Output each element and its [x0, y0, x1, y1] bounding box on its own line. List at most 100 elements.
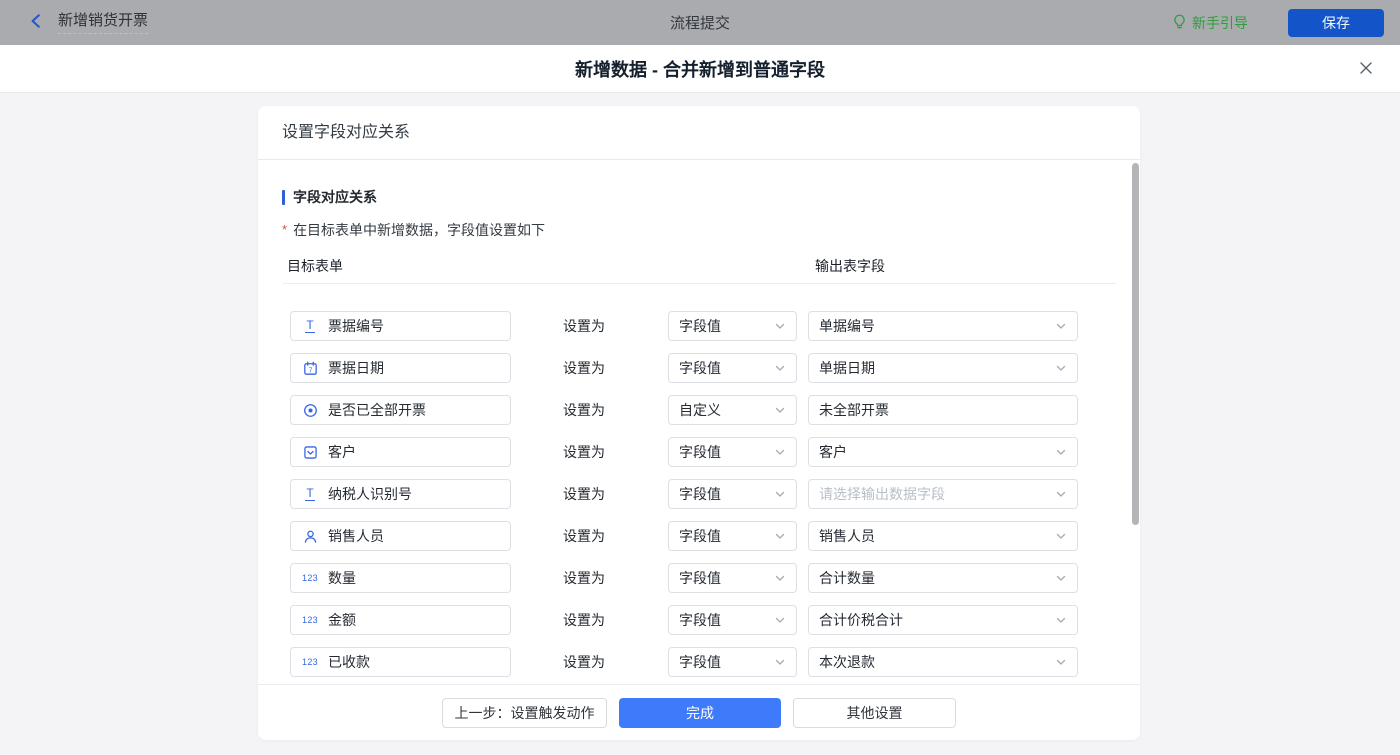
topbar: 新增销货开票 流程提交 新手引导 保存	[0, 0, 1400, 45]
output-field-select[interactable]: 本次退款	[808, 647, 1078, 677]
set-as-label: 设置为	[563, 400, 668, 420]
output-field-select[interactable]: 单据日期	[808, 353, 1078, 383]
target-field-label: 数量	[328, 568, 356, 588]
output-field-select[interactable]: 销售人员	[808, 521, 1078, 551]
chevron-left-icon	[28, 13, 44, 32]
value-mode-select[interactable]: 字段值	[668, 605, 797, 635]
chevron-down-icon	[774, 362, 786, 374]
output-field-select[interactable]: 合计价税合计	[808, 605, 1078, 635]
beginner-guide-button[interactable]: 新手引导	[1172, 13, 1248, 33]
value-mode-select[interactable]: 自定义	[668, 395, 797, 425]
target-field-chip: 销售人员	[290, 521, 511, 551]
close-icon	[1358, 60, 1374, 79]
output-field-select[interactable]: 单据编号	[808, 311, 1078, 341]
number-field-icon: 123	[301, 657, 319, 667]
text-field-icon: T	[301, 319, 319, 334]
value-mode-select[interactable]: 字段值	[668, 479, 797, 509]
mapping-row: 客户 设置为 字段值 客户	[290, 437, 1140, 467]
section-title: 字段对应关系	[293, 187, 377, 207]
set-as-label: 设置为	[563, 526, 668, 546]
mapping-row: 是否已全部开票 设置为 自定义 未全部开票	[290, 395, 1140, 425]
mapping-row: 123 数量 设置为 字段值 合计数量	[290, 563, 1140, 593]
modal-title: 新增数据 - 合并新增到普通字段	[575, 56, 825, 82]
svg-text:7: 7	[308, 367, 312, 374]
lightbulb-icon	[1172, 14, 1187, 32]
modal-body: 设置字段对应关系 字段对应关系 *在目标表单中新增数据，字段值设置如下 目标表单…	[0, 93, 1400, 755]
value-mode-label: 字段值	[679, 568, 721, 588]
value-mode-label: 字段值	[679, 316, 721, 336]
output-field-label: 未全部开票	[819, 400, 889, 420]
chevron-down-icon	[774, 614, 786, 626]
chevron-down-icon	[774, 572, 786, 584]
value-mode-label: 字段值	[679, 526, 721, 546]
chevron-down-icon	[774, 530, 786, 542]
chevron-down-icon	[1055, 572, 1067, 584]
chevron-down-icon	[774, 446, 786, 458]
section-note: *在目标表单中新增数据，字段值设置如下	[282, 220, 1140, 240]
mapping-row: 123 金额 设置为 字段值 合计价税合计	[290, 605, 1140, 635]
mapping-row: 7 票据日期 设置为 字段值 单据日期	[290, 353, 1140, 383]
section-note-text: 在目标表单中新增数据，字段值设置如下	[293, 222, 545, 238]
flow-name-title[interactable]: 新增销货开票	[58, 11, 148, 35]
number-field-icon: 123	[301, 615, 319, 625]
scrollbar-thumb[interactable]	[1132, 163, 1139, 525]
value-mode-label: 字段值	[679, 610, 721, 630]
select-field-icon	[301, 445, 319, 460]
chevron-down-icon	[1055, 614, 1067, 626]
field-mapping-card: 设置字段对应关系 字段对应关系 *在目标表单中新增数据，字段值设置如下 目标表单…	[258, 106, 1140, 740]
set-as-label: 设置为	[563, 568, 668, 588]
target-field-label: 票据日期	[328, 358, 384, 378]
output-field-select[interactable]: 合计数量	[808, 563, 1078, 593]
target-field-label: 销售人员	[328, 526, 384, 546]
output-field-select[interactable]: 请选择输出数据字段	[808, 479, 1078, 509]
card-header-title: 设置字段对应关系	[258, 106, 1140, 160]
value-mode-select[interactable]: 字段值	[668, 563, 797, 593]
date-field-icon: 7	[301, 361, 319, 376]
value-mode-select[interactable]: 字段值	[668, 647, 797, 677]
mapping-row: 123 已收款 设置为 字段值 本次退款	[290, 647, 1140, 677]
output-value-input[interactable]: 未全部开票	[808, 395, 1078, 425]
value-mode-label: 字段值	[679, 358, 721, 378]
chevron-down-icon	[1055, 488, 1067, 500]
modal-header: 新增数据 - 合并新增到普通字段	[0, 45, 1400, 93]
value-mode-label: 字段值	[679, 652, 721, 672]
text-field-icon: T	[301, 487, 319, 502]
target-field-label: 已收款	[328, 652, 370, 672]
value-mode-select[interactable]: 字段值	[668, 353, 797, 383]
column-divider	[283, 283, 1116, 284]
mapping-row: T 票据编号 设置为 字段值 单据编号	[290, 311, 1140, 341]
output-field-label: 本次退款	[819, 652, 875, 672]
save-button[interactable]: 保存	[1288, 9, 1384, 37]
output-field-select[interactable]: 客户	[808, 437, 1078, 467]
value-mode-select[interactable]: 字段值	[668, 437, 797, 467]
back-button[interactable]	[28, 13, 44, 32]
done-button[interactable]: 完成	[619, 698, 781, 728]
chevron-down-icon	[774, 488, 786, 500]
output-field-label: 单据日期	[819, 358, 875, 378]
mapping-rows: T 票据编号 设置为 字段值 单据编号 7 票据日期 设置为 字段值	[290, 311, 1140, 684]
target-field-chip: T 纳税人识别号	[290, 479, 511, 509]
other-settings-button[interactable]: 其他设置	[793, 698, 956, 728]
mapping-row: 销售人员 设置为 字段值 销售人员	[290, 521, 1140, 551]
set-as-label: 设置为	[563, 610, 668, 630]
set-as-label: 设置为	[563, 358, 668, 378]
chevron-down-icon	[1055, 320, 1067, 332]
user-field-icon	[301, 529, 319, 544]
target-field-label: 客户	[328, 442, 356, 462]
beginner-guide-label: 新手引导	[1192, 13, 1248, 33]
previous-step-button[interactable]: 上一步：设置触发动作	[442, 698, 607, 728]
modal-close-button[interactable]	[1356, 59, 1376, 79]
value-mode-select[interactable]: 字段值	[668, 311, 797, 341]
target-field-chip: 123 已收款	[290, 647, 511, 677]
target-field-label: 纳税人识别号	[328, 484, 412, 504]
chevron-down-icon	[774, 320, 786, 332]
value-mode-select[interactable]: 字段值	[668, 521, 797, 551]
chevron-down-icon	[1055, 656, 1067, 668]
column-header-target-form: 目标表单	[287, 256, 343, 276]
output-field-label: 请选择输出数据字段	[819, 484, 945, 504]
chevron-down-icon	[774, 404, 786, 416]
output-field-label: 单据编号	[819, 316, 875, 336]
chevron-down-icon	[1055, 446, 1067, 458]
column-headers: 目标表单 输出表字段	[258, 256, 1140, 274]
target-field-chip: 是否已全部开票	[290, 395, 511, 425]
